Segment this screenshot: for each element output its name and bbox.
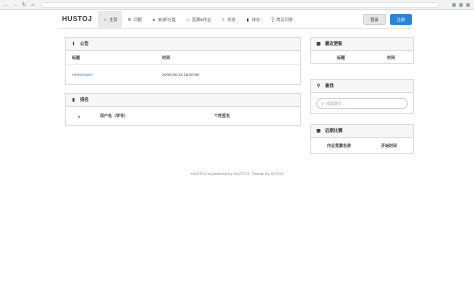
menu-icon[interactable]: [466, 2, 470, 7]
notice-panel-header: ℹ 公告: [66, 38, 300, 51]
notice-panel: ℹ 公告 标题 时间 HelloWorld! 2009-06-13 18:00:…: [65, 37, 301, 85]
nav-item-label: 常见问答: [276, 16, 293, 22]
panel-title: 排名: [80, 97, 89, 102]
nav-item-contests[interactable]: □ 竞赛&作业: [181, 11, 217, 29]
back-icon[interactable]: ←: [3, 2, 9, 8]
globe-icon: ●: [152, 16, 156, 22]
table-header-row: 标题 时间: [66, 51, 300, 65]
column-header-time: 时间: [162, 54, 170, 60]
calendar-icon: ▦: [316, 128, 321, 133]
table-header-row: 标题 时间: [311, 51, 413, 64]
table-header-row: # 用户名（学号） 个性签名: [66, 107, 300, 125]
nav-item-label: 状态: [227, 16, 236, 22]
profile-icon[interactable]: [459, 2, 463, 7]
column-header-start-time: 开始时间: [381, 143, 397, 148]
list-icon: ☰: [127, 16, 132, 22]
reload-icon[interactable]: ↻: [21, 2, 27, 8]
brand-logo[interactable]: HUSTOJ: [62, 16, 92, 23]
page-footer: HUSTOJ is powered by HUSTOJ. Theme by SY…: [190, 171, 284, 176]
login-button[interactable]: 登录: [363, 14, 386, 25]
column-header-title: 标题: [337, 54, 345, 60]
table-row: HelloWorld! 2009-06-13 18:00:00: [66, 65, 300, 83]
panel-title: 近期比赛: [325, 128, 343, 133]
column-header-rank: #: [78, 113, 81, 119]
main-navbar: HUSTOJ ⌂ 主页 ☰ 问题 ● 来源/分类 □ 竞赛&作业 ≡ 状态 ▮ …: [58, 10, 414, 29]
browser-toolbar: ← → ↻ ⌂: [0, 0, 474, 10]
panel-title: 最近更新: [325, 41, 343, 46]
nav-item-problems[interactable]: ☰ 问题: [122, 11, 146, 29]
column-header-time: 时间: [387, 54, 395, 60]
recent-updates-panel: ▩ 最近更新 标题 时间: [310, 37, 414, 64]
notice-time: 2009-06-13 18:00:00: [162, 71, 200, 77]
trophy-icon: □: [186, 16, 189, 22]
nav-item-ranking[interactable]: ▮ 排名: [241, 11, 265, 29]
status-list-icon: ≡: [222, 16, 225, 22]
panel-title: 公告: [80, 41, 89, 46]
signal-icon: ▮: [246, 16, 249, 22]
recent-updates-header: ▩ 最近更新: [311, 38, 413, 51]
column-header-contest-name: 作业竞赛名称: [327, 143, 351, 148]
column-header-username: 用户名（学号）: [100, 113, 128, 118]
nav-item-label: 来源/分类: [157, 16, 176, 22]
recent-contests-header: ▦ 近期比赛: [311, 125, 413, 138]
nav-item-label: 竞赛&作业: [191, 16, 212, 22]
search-placeholder: 搜索题号...: [325, 100, 346, 106]
register-button[interactable]: 注册: [389, 14, 412, 25]
nav-item-label: 问题: [133, 16, 142, 22]
forward-icon[interactable]: →: [12, 2, 18, 8]
extension-icon[interactable]: [452, 2, 456, 7]
search-icon: ⚲: [321, 101, 324, 106]
ranking-panel: ▮ 排名 # 用户名（学号） 个性签名: [65, 93, 301, 126]
nav-item-sources[interactable]: ● 来源/分类: [147, 11, 181, 29]
ranking-panel-header: ▮ 排名: [66, 94, 300, 107]
column-header-title: 标题: [72, 54, 80, 60]
search-panel: ⚲ 查找 ⚲ 搜索题号...: [310, 79, 414, 114]
recent-contests-panel: ▦ 近期比赛 作业竞赛名称 开始时间: [310, 124, 414, 154]
nav-item-faq[interactable]: ❓ 常见问答: [265, 11, 298, 29]
search-input[interactable]: ⚲ 搜索题号...: [316, 98, 408, 109]
search-icon: ⚲: [316, 83, 321, 88]
home-icon: ⌂: [103, 16, 107, 22]
nav-item-status[interactable]: ≡ 状态: [216, 11, 240, 29]
panel-title: 查找: [325, 83, 334, 88]
question-icon: ❓: [270, 16, 276, 22]
table-header-row: 作业竞赛名称 开始时间: [311, 138, 413, 154]
notice-title-link[interactable]: HelloWorld!: [66, 72, 156, 77]
nav-item-label: 排名: [251, 16, 261, 22]
home-icon[interactable]: ⌂: [30, 2, 36, 8]
info-icon: ℹ: [72, 41, 75, 46]
search-panel-header: ⚲ 查找: [311, 80, 413, 93]
nav-item-label: 主页: [109, 16, 118, 22]
nav-item-home[interactable]: ⌂ 主页: [98, 10, 123, 29]
address-bar[interactable]: [40, 1, 440, 8]
rss-icon: ▩: [316, 41, 321, 46]
bar-chart-icon: ▮: [72, 97, 75, 102]
column-header-signature: 个性签名: [214, 113, 230, 118]
